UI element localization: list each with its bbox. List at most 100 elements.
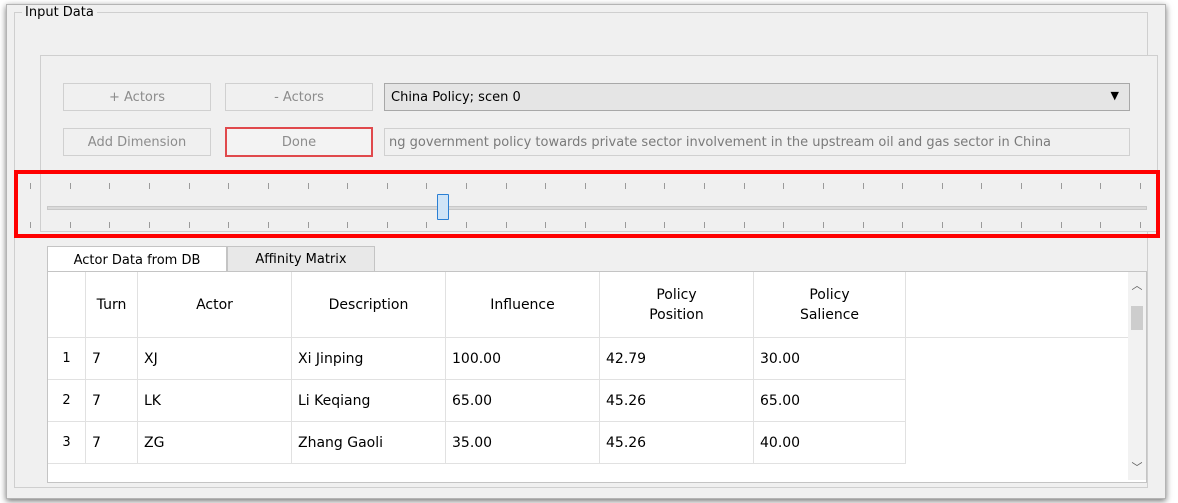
slider-tick xyxy=(783,222,784,228)
done-button[interactable]: Done xyxy=(225,127,373,157)
table-scrollbar[interactable]: ︿ ﹀ xyxy=(1128,272,1146,480)
slider-tick xyxy=(664,222,665,228)
slider-handle[interactable] xyxy=(437,194,449,220)
slider-tick xyxy=(30,222,31,228)
slider-tick xyxy=(189,222,190,228)
table-cell[interactable]: 100.00 xyxy=(446,338,600,380)
table-cell[interactable]: 7 xyxy=(86,422,138,464)
tab-affinity-matrix[interactable]: Affinity Matrix xyxy=(227,246,375,272)
slider-tick xyxy=(863,222,864,228)
slider-tick xyxy=(823,183,824,189)
slider-tick xyxy=(1061,183,1062,189)
slider-tick xyxy=(981,222,982,228)
slider-tick xyxy=(149,222,150,228)
slider-tick xyxy=(625,183,626,189)
slider-tick xyxy=(942,222,943,228)
slider-tick xyxy=(506,183,507,189)
slider-tick xyxy=(664,183,665,189)
tab-actor-data[interactable]: Actor Data from DB xyxy=(47,246,227,273)
slider-tick xyxy=(942,183,943,189)
slider-tick xyxy=(109,222,110,228)
scenario-select-value: China Policy; scen 0 xyxy=(391,89,521,105)
slider-tick xyxy=(1061,222,1062,228)
scrollbar-thumb[interactable] xyxy=(1131,306,1143,330)
slider-tick xyxy=(308,183,309,189)
slider-tick xyxy=(426,183,427,189)
table-cell[interactable]: Zhang Gaoli xyxy=(292,422,446,464)
slider-tick xyxy=(70,183,71,189)
slider-tick xyxy=(466,222,467,228)
header-actor[interactable]: Actor xyxy=(138,272,292,338)
table-cell[interactable]: 42.79 xyxy=(600,338,754,380)
scenario-select[interactable]: China Policy; scen 0 ▼ xyxy=(384,83,1130,111)
row-header[interactable]: 3 xyxy=(48,422,86,464)
slider-tick xyxy=(981,183,982,189)
table-cell[interactable]: ZG xyxy=(138,422,292,464)
header-turn[interactable]: Turn xyxy=(86,272,138,338)
table-cell[interactable]: 35.00 xyxy=(446,422,600,464)
slider-tick xyxy=(585,183,586,189)
slider-tick xyxy=(744,183,745,189)
slider-tick xyxy=(863,183,864,189)
slider-tick xyxy=(268,222,269,228)
scenario-description-field[interactable]: ng government policy towards private sec… xyxy=(384,128,1130,156)
slider-tick xyxy=(109,183,110,189)
table-cell[interactable]: Li Keqiang xyxy=(292,380,446,422)
slider-tick xyxy=(228,183,229,189)
slider-tick xyxy=(902,183,903,189)
chevron-down-icon: ▼ xyxy=(1110,89,1119,102)
table-cell[interactable]: 65.00 xyxy=(754,380,906,422)
slider-tick xyxy=(1140,222,1141,228)
slider-tick xyxy=(545,183,546,189)
slider-tick xyxy=(426,222,427,228)
group-title: Input Data xyxy=(22,5,97,20)
remove-actors-button[interactable]: - Actors xyxy=(225,83,373,111)
table-cell[interactable]: 45.26 xyxy=(600,422,754,464)
slider-tick xyxy=(1140,183,1141,189)
slider-tick xyxy=(387,183,388,189)
table-cell[interactable]: 7 xyxy=(86,338,138,380)
table-cell[interactable]: 30.00 xyxy=(754,338,906,380)
slider-tick xyxy=(308,222,309,228)
add-actors-button[interactable]: + Actors xyxy=(63,83,211,111)
slider-tick xyxy=(902,222,903,228)
chevron-up-icon[interactable]: ︿ xyxy=(1128,276,1146,294)
slider-tick xyxy=(1021,222,1022,228)
slider-tick xyxy=(585,222,586,228)
row-header[interactable]: 2 xyxy=(48,380,86,422)
slider-tick xyxy=(545,222,546,228)
slider-tick xyxy=(823,222,824,228)
chevron-down-icon[interactable]: ﹀ xyxy=(1128,458,1146,476)
slider-tick xyxy=(783,183,784,189)
actor-data-table: Turn Actor Description Influence Policy … xyxy=(47,271,1147,483)
header-empty xyxy=(906,272,1128,338)
header-influence[interactable]: Influence xyxy=(446,272,600,338)
slider-tick xyxy=(70,222,71,228)
slider-ticks-bottom xyxy=(30,222,1150,228)
add-dimension-button[interactable]: Add Dimension xyxy=(63,128,211,156)
slider-groove[interactable] xyxy=(47,206,1147,210)
header-policy-salience[interactable]: Policy Salience xyxy=(754,272,906,338)
slider-tick xyxy=(1021,183,1022,189)
slider-tick xyxy=(625,222,626,228)
slider-tick xyxy=(704,222,705,228)
table-cell[interactable]: LK xyxy=(138,380,292,422)
slider-tick xyxy=(1100,222,1101,228)
header-policy-position[interactable]: Policy Position xyxy=(600,272,754,338)
table-cell[interactable]: 65.00 xyxy=(446,380,600,422)
table-cell[interactable]: 7 xyxy=(86,380,138,422)
table-corner xyxy=(48,272,86,338)
header-description[interactable]: Description xyxy=(292,272,446,338)
slider-tick xyxy=(228,222,229,228)
slider-tick xyxy=(347,222,348,228)
slider-tick xyxy=(466,183,467,189)
slider-tick xyxy=(268,183,269,189)
row-header[interactable]: 1 xyxy=(48,338,86,380)
table-cell[interactable]: Xi Jinping xyxy=(292,338,446,380)
table-cell[interactable]: 45.26 xyxy=(600,380,754,422)
slider-tick xyxy=(30,183,31,189)
table-cell[interactable]: 40.00 xyxy=(754,422,906,464)
table-cell[interactable]: XJ xyxy=(138,338,292,380)
slider-tick xyxy=(347,183,348,189)
slider-tick xyxy=(506,222,507,228)
